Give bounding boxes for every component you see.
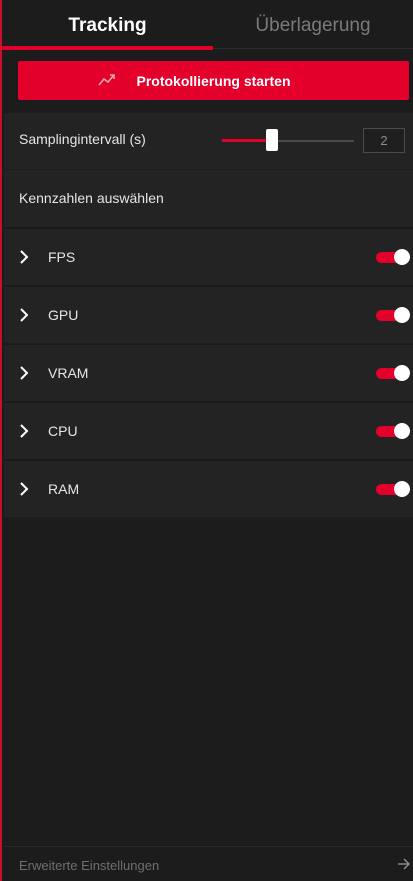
chevron-right-icon[interactable] — [18, 249, 30, 265]
tab-divider — [213, 48, 413, 49]
metric-row-vram[interactable]: VRAM — [4, 344, 413, 401]
metrics-header-label: Kennzahlen auswählen — [19, 190, 164, 206]
tab-overlay[interactable]: Überlagerung — [213, 0, 413, 51]
metric-toggle[interactable] — [376, 423, 410, 439]
arrow-right-icon — [398, 858, 411, 870]
start-logging-label: Protokollierung starten — [136, 72, 291, 89]
tab-tracking[interactable]: Tracking — [2, 0, 213, 51]
toggle-knob — [394, 423, 410, 439]
chevron-right-icon[interactable] — [18, 481, 30, 497]
metrics-header: Kennzahlen auswählen — [4, 170, 413, 227]
metric-row-cpu[interactable]: CPU — [4, 402, 413, 459]
sampling-interval-label: Samplingintervall (s) — [19, 131, 146, 147]
slider-fill — [222, 139, 273, 142]
advanced-settings-link[interactable]: Erweiterte Einstellungen — [4, 846, 413, 881]
metric-name: FPS — [48, 249, 76, 265]
metric-toggle[interactable] — [376, 365, 410, 381]
sampling-interval-value: 2 — [380, 133, 388, 148]
chevron-right-icon[interactable] — [18, 307, 30, 323]
toggle-knob — [394, 307, 410, 323]
metric-name: RAM — [48, 481, 80, 497]
start-logging-button[interactable]: Protokollierung starten — [18, 61, 409, 100]
tab-overlay-label: Überlagerung — [255, 14, 371, 36]
advanced-settings-label: Erweiterte Einstellungen — [19, 858, 160, 873]
metric-name: CPU — [48, 423, 78, 439]
sampling-interval-row: Samplingintervall (s) 2 — [4, 113, 413, 169]
toggle-knob — [394, 481, 410, 497]
tab-bar: Tracking Überlagerung — [2, 0, 413, 51]
metric-name: GPU — [48, 307, 79, 323]
metric-toggle[interactable] — [376, 481, 410, 497]
metric-row-fps[interactable]: FPS — [4, 228, 413, 285]
toggle-knob — [394, 365, 410, 381]
chevron-right-icon[interactable] — [18, 365, 30, 381]
tracking-panel: Tracking Überlagerung Protokollierung st… — [0, 0, 413, 881]
metric-name: VRAM — [48, 365, 89, 381]
tab-tracking-label: Tracking — [68, 14, 147, 36]
chevron-right-icon[interactable] — [18, 423, 30, 439]
toggle-knob — [394, 249, 410, 265]
metric-toggle[interactable] — [376, 249, 410, 265]
sampling-interval-slider[interactable] — [222, 129, 354, 153]
sampling-interval-input[interactable]: 2 — [363, 128, 405, 153]
metric-row-gpu[interactable]: GPU — [4, 286, 413, 343]
metric-toggle[interactable] — [376, 307, 410, 323]
slider-thumb[interactable] — [266, 129, 279, 151]
trend-up-icon — [98, 74, 115, 86]
active-tab-indicator — [2, 46, 213, 50]
metric-row-ram[interactable]: RAM — [4, 460, 413, 517]
